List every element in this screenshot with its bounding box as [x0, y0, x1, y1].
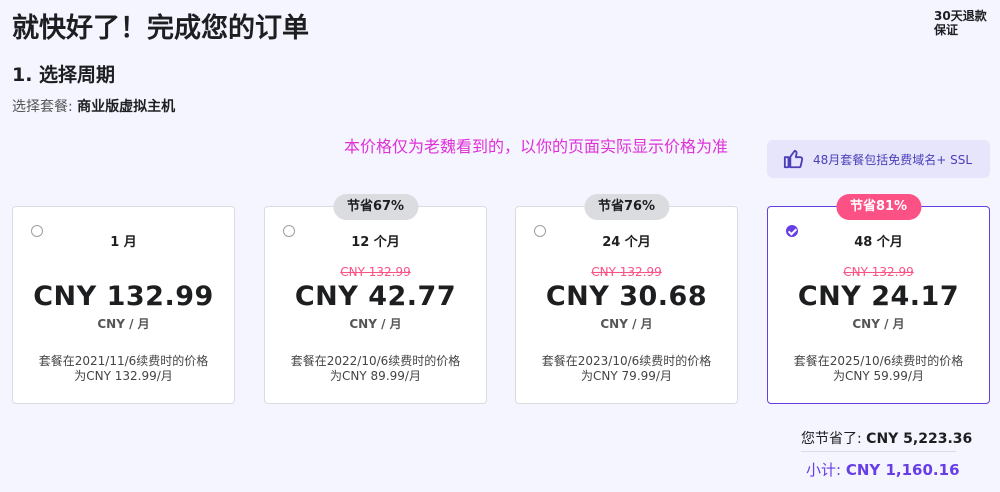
plan-period: 12 个月: [351, 235, 400, 250]
subtotal-summary: 小计: CNY 1,160.16: [806, 459, 960, 480]
price-unit: CNY / 月: [97, 317, 150, 331]
plan-card-48-months[interactable]: 节省81% 48 个月 CNY 132.99 CNY 24.17 CNY / 月…: [767, 194, 990, 404]
plan-label: 选择套餐:: [12, 99, 73, 115]
subtotal-label: 小计:: [806, 461, 842, 479]
plan-value: 商业版虚拟主机: [77, 99, 176, 115]
original-price: CNY 132.99: [843, 265, 914, 279]
plan-period: 1 月: [110, 235, 137, 250]
original-price: CNY 132.99: [591, 265, 662, 279]
page-title: 就快好了！完成您的订单: [12, 13, 309, 44]
renewal-info: 套餐在2022/10/6续费时的价格 为CNY 89.99/月: [265, 354, 486, 384]
original-price: CNY 132.99: [340, 265, 411, 279]
plan-card-1-month[interactable]: 1 月 CNY 132.99 CNY / 月 套餐在2021/11/6续费时的价…: [12, 206, 235, 404]
price-unit: CNY / 月: [349, 317, 402, 331]
promo-text: 48月套餐包括免费域名+ SSL: [813, 152, 973, 167]
money-back-guarantee: 30天退款 保证: [934, 9, 996, 37]
plan-price: CNY 24.17: [797, 281, 960, 312]
promo-banner: 48月套餐包括免费域名+ SSL: [767, 140, 990, 178]
plan-period: 24 个月: [602, 235, 651, 250]
renewal-info: 套餐在2023/10/6续费时的价格 为CNY 79.99/月: [516, 354, 737, 384]
plan-period: 48 个月: [854, 235, 903, 250]
savings-label: 您节省了:: [801, 431, 862, 447]
plan-price: CNY 42.77: [294, 281, 457, 312]
renewal-line-1: 套餐在2022/10/6续费时的价格: [290, 354, 461, 368]
savings-badge: 节省81%: [835, 194, 922, 220]
subtotal-value: CNY 1,160.16: [845, 461, 960, 479]
renewal-line-1: 套餐在2023/10/6续费时的价格: [541, 354, 712, 368]
renewal-info: 套餐在2021/11/6续费时的价格 为CNY 132.99/月: [13, 354, 234, 384]
thumbs-up-icon: [783, 148, 805, 170]
selected-plan: 选择套餐: 商业版虚拟主机: [12, 96, 175, 116]
summary-divider: [801, 451, 956, 452]
savings-summary: 您节省了: CNY 5,223.36: [801, 428, 972, 448]
price-unit: CNY / 月: [852, 317, 905, 331]
renewal-line-2: 为CNY 89.99/月: [330, 369, 421, 383]
guarantee-line-2: 保证: [934, 23, 959, 37]
renewal-line-2: 为CNY 59.99/月: [833, 369, 924, 383]
renewal-info: 套餐在2025/10/6续费时的价格 为CNY 59.99/月: [768, 354, 989, 384]
renewal-line-2: 为CNY 79.99/月: [581, 369, 672, 383]
savings-value: CNY 5,223.36: [866, 431, 973, 447]
plan-price: CNY 30.68: [545, 281, 708, 312]
plan-card-12-months[interactable]: 节省67% 12 个月 CNY 132.99 CNY 42.77 CNY / 月…: [264, 194, 487, 404]
guarantee-line-1: 30天退款: [934, 9, 987, 23]
renewal-line-1: 套餐在2025/10/6续费时的价格: [793, 354, 964, 368]
price-unit: CNY / 月: [600, 317, 653, 331]
savings-badge: 节省76%: [583, 194, 670, 220]
savings-badge: 节省67%: [332, 194, 419, 220]
section-title: 1. 选择周期: [12, 64, 116, 86]
renewal-line-2: 为CNY 132.99/月: [74, 369, 173, 383]
plan-price: CNY 132.99: [33, 281, 214, 312]
plan-card-24-months[interactable]: 节省76% 24 个月 CNY 132.99 CNY 30.68 CNY / 月…: [515, 194, 738, 404]
renewal-line-1: 套餐在2021/11/6续费时的价格: [38, 354, 209, 368]
